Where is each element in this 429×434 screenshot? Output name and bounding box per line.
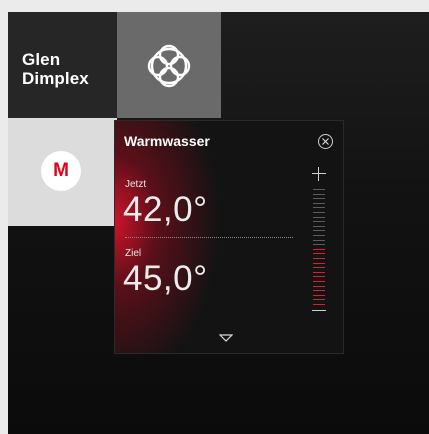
- scale-tick-active: [313, 290, 325, 292]
- scale-tick-inactive: [313, 221, 325, 223]
- scale-tick-inactive: [313, 244, 325, 246]
- decrease-button[interactable]: [312, 307, 326, 313]
- knot-tile[interactable]: [117, 12, 221, 118]
- scale-tick-active: [313, 253, 325, 255]
- brand-line-2: Dimplex: [22, 69, 89, 88]
- chevron-down-icon[interactable]: [219, 334, 233, 342]
- scale-tick-inactive: [313, 193, 325, 195]
- hot-water-panel: Warmwasser Jetzt 42,0° Ziel 45,0°: [114, 120, 344, 354]
- scale-tick-inactive: [313, 230, 325, 232]
- divider: [125, 237, 293, 238]
- scale-tick-active: [313, 294, 325, 296]
- scale-tick-active: [313, 258, 325, 259]
- scale-tick-active: [313, 304, 325, 305]
- celtic-knot-icon: [147, 44, 191, 88]
- scale-tick-inactive: [313, 212, 325, 213]
- m-tile[interactable]: M: [8, 118, 117, 226]
- scale-tick-active: [313, 271, 325, 273]
- close-icon: [322, 138, 329, 145]
- brand-logo-text: Glen Dimplex: [22, 50, 89, 88]
- panel-title: Warmwasser: [124, 133, 210, 149]
- brand-line-1: Glen: [22, 50, 61, 69]
- m-letter: M: [53, 160, 69, 181]
- scale-tick-active: [313, 267, 325, 269]
- target-temp-value: 45,0°: [123, 259, 208, 298]
- scale-tick-inactive: [313, 239, 325, 241]
- target-temp-label: Ziel: [125, 248, 142, 259]
- scale-tick-inactive: [313, 198, 325, 200]
- scale-tick-active: [313, 262, 325, 264]
- scale-tick-active: [313, 281, 325, 282]
- scale-tick-active: [313, 285, 325, 287]
- scale-tick-inactive: [313, 189, 325, 190]
- m-badge: M: [41, 151, 81, 191]
- current-temp-value: 42,0°: [123, 190, 208, 229]
- scale-tick-active: [313, 299, 325, 301]
- increase-button[interactable]: [312, 167, 326, 181]
- close-button[interactable]: [318, 134, 333, 149]
- scale-tick-inactive: [313, 225, 325, 227]
- current-temp-label: Jetzt: [125, 179, 147, 190]
- scale-tick-inactive: [313, 207, 325, 209]
- brand-tile: Glen Dimplex: [8, 12, 117, 118]
- scale-tick-inactive: [313, 202, 325, 204]
- scale-tick-inactive: [313, 216, 325, 218]
- scale-tick-inactive: [313, 235, 325, 236]
- app-screen: Glen Dimplex M Warmwasser Jetzt 42,0° Zi…: [8, 12, 429, 434]
- scale-tick-active: [313, 276, 325, 278]
- scale-tick-active: [313, 248, 325, 250]
